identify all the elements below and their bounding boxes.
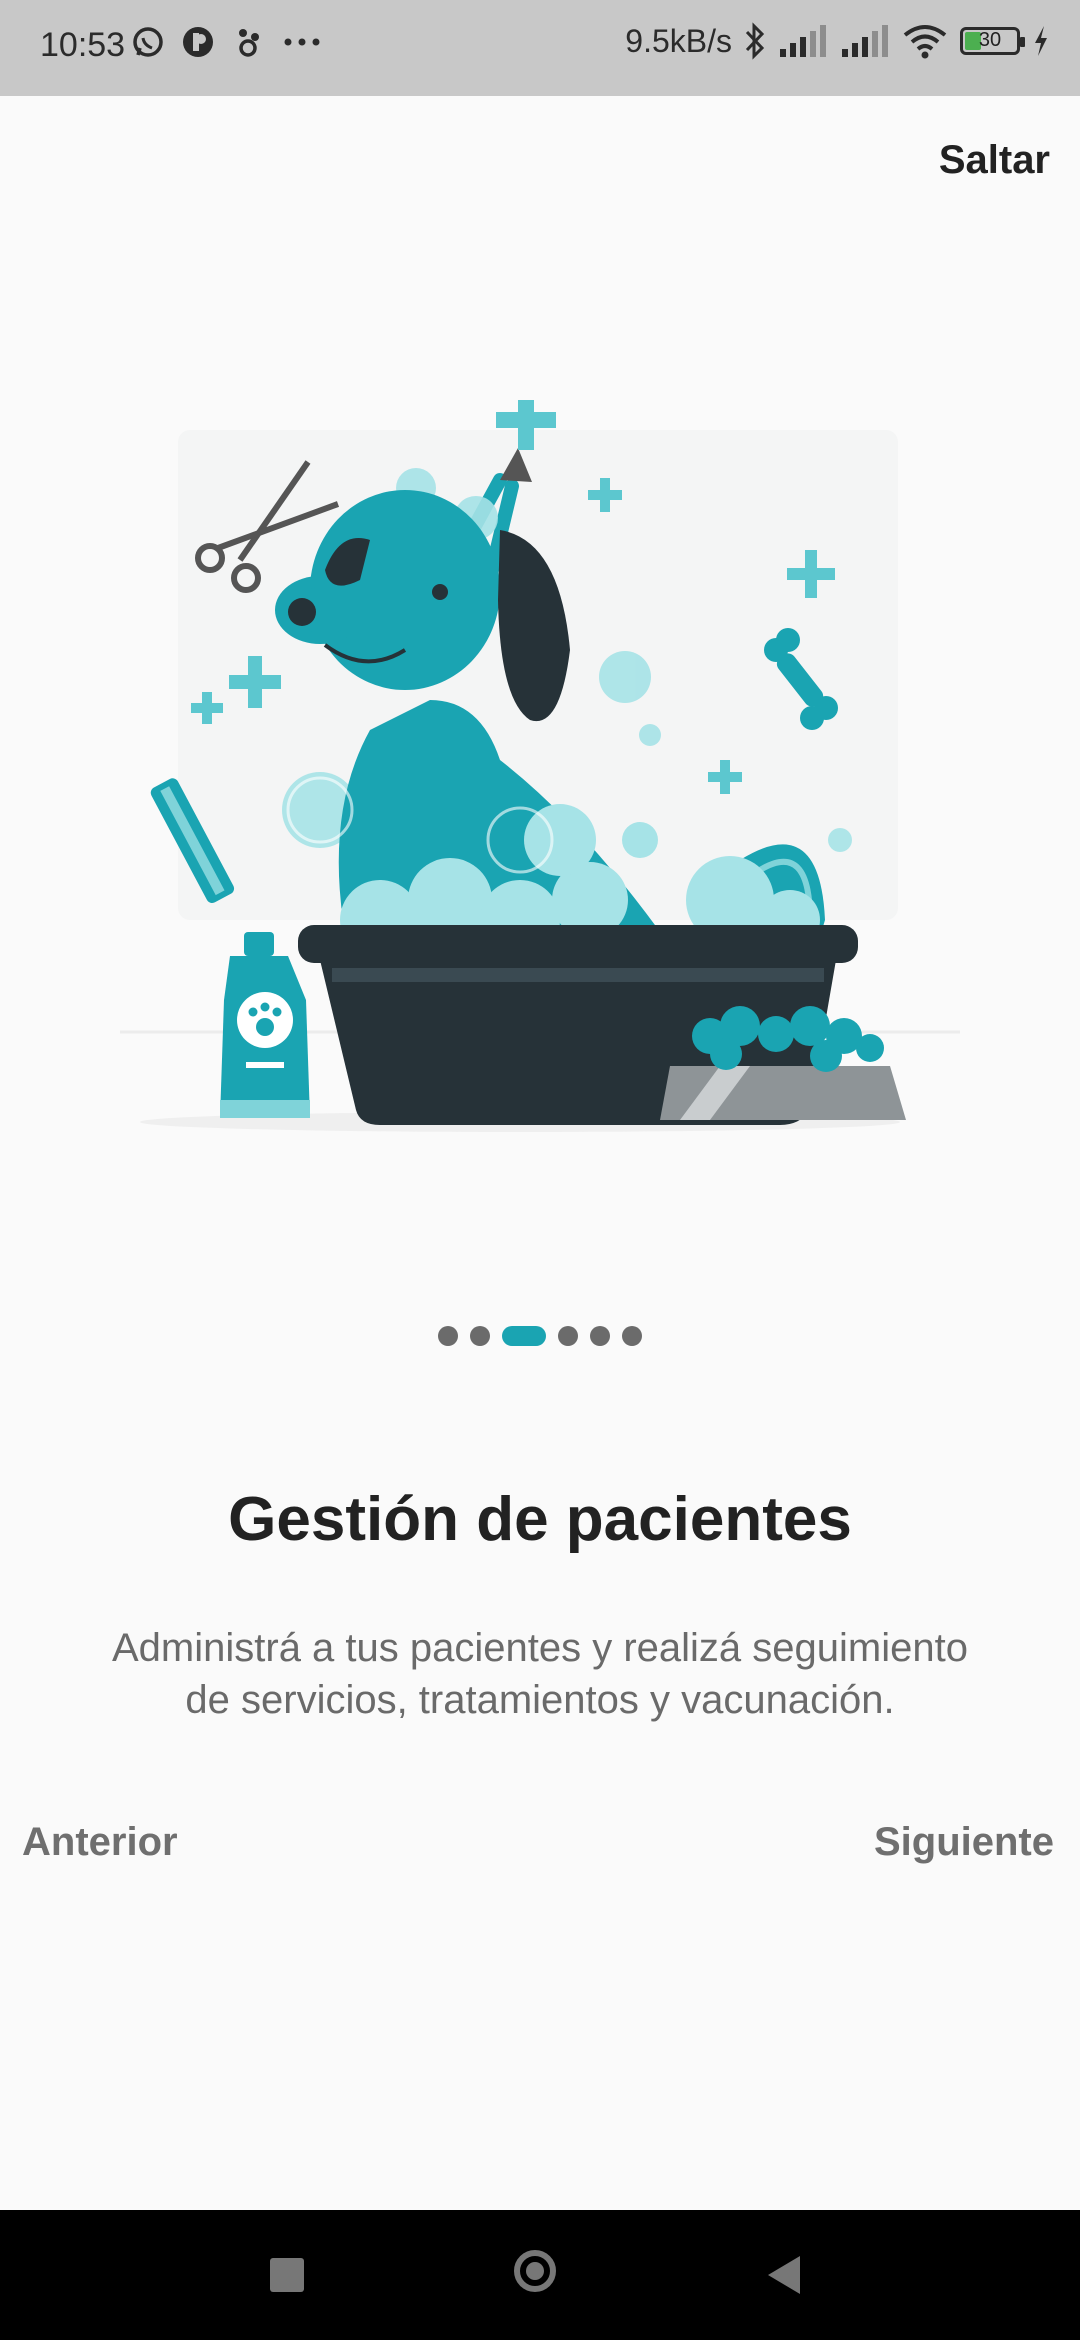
previous-button[interactable]: Anterior: [22, 1820, 178, 1865]
page-dot-active[interactable]: [502, 1326, 546, 1346]
recents-button[interactable]: [270, 2258, 304, 2292]
status-bar: 10:53 9.5kB/s 30: [0, 0, 1080, 96]
page-dot[interactable]: [438, 1326, 458, 1346]
status-right: 9.5kB/s 30: [625, 22, 1050, 60]
page-dot[interactable]: [470, 1326, 490, 1346]
bluetooth-icon: [745, 22, 765, 60]
page-dot[interactable]: [590, 1326, 610, 1346]
battery-level: 30: [978, 29, 1002, 51]
back-button[interactable]: [768, 2256, 800, 2294]
status-time: 10:53: [40, 26, 126, 64]
page-description: Administrá a tus pacientes y realizá seg…: [112, 1626, 968, 1722]
dog-bath-illustration: [120, 400, 960, 1132]
wifi-icon: [903, 25, 947, 59]
system-nav-bar: [0, 2210, 1080, 2340]
page-indicator: [0, 1326, 1080, 1346]
shampoo-bottle-icon: [220, 932, 310, 1118]
more-dots-icon: [284, 38, 320, 46]
app-icon: [183, 27, 213, 57]
whatsapp-icon: [133, 27, 163, 57]
status-left-icons: [130, 24, 324, 60]
page-dot[interactable]: [558, 1326, 578, 1346]
page-title: Gestión de pacientes: [228, 1485, 852, 1554]
notification-icon: [239, 29, 259, 57]
home-button[interactable]: [514, 2250, 556, 2292]
signal-icon: [780, 25, 826, 57]
charging-icon: [1035, 26, 1047, 56]
skip-button[interactable]: Saltar: [939, 138, 1050, 183]
network-speed: 9.5kB/s: [625, 22, 732, 59]
battery-icon: 30: [960, 27, 1025, 55]
signal-icon: [842, 25, 888, 57]
page-dot[interactable]: [622, 1326, 642, 1346]
next-button[interactable]: Siguiente: [874, 1820, 1054, 1865]
